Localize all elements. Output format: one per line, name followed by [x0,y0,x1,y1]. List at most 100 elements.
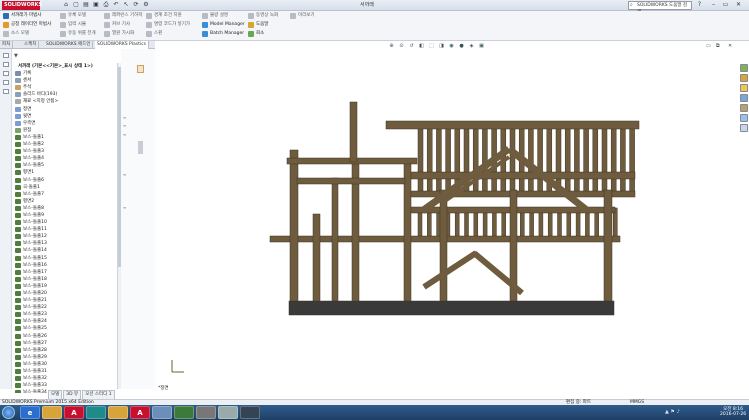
propertymanager-tab-icon[interactable] [3,62,9,67]
tree-item[interactable]: 우측면 [14,120,118,127]
taskbar-app-1[interactable] [42,406,62,419]
ribbon-btn-10[interactable]: 커브 기사 [104,21,130,29]
tree-item[interactable]: 보스-돌출33 [14,382,118,389]
tree-item[interactable]: 보스-돌출15 [14,255,118,262]
tab-plastics[interactable]: SOLIDWORKS Plastics [95,41,149,49]
tree-item[interactable]: 보스-돌출25 [14,325,118,332]
open-icon[interactable]: ▤ [82,1,90,9]
rebuild-icon[interactable]: ⟳ [132,1,140,9]
tree-item[interactable]: 보스-돌출22 [14,304,118,311]
tree-item[interactable]: 재료 <지정 안됨> [14,98,118,105]
ribbon-btn-14[interactable]: 소스 모델 [3,30,29,38]
ribbon-btn-3[interactable]: 레퍼런스 기하학 [104,12,142,20]
tree-item[interactable]: 보스-돌출30 [14,361,118,368]
view-palette-icon[interactable] [740,94,748,102]
design-library-icon[interactable] [740,74,748,82]
tree-item[interactable]: 보스-돌출4 [14,155,118,162]
taskbar-app-2[interactable]: A [64,406,84,419]
start-button[interactable] [2,406,15,419]
tree-item[interactable]: 곡-돌출1 [14,184,118,191]
taskbar-app-8[interactable] [196,406,216,419]
tree-item[interactable]: 보스-돌출21 [14,297,118,304]
ribbon-btn-15[interactable]: 유동 위를 전개 [60,30,96,38]
tree-item[interactable]: 원점 [14,127,118,134]
ribbon-btn-4[interactable]: 경계 조건 지원 [146,12,182,20]
tree-item[interactable]: 보스-돌출24 [14,318,118,325]
file-explorer-icon[interactable] [740,84,748,92]
tree-item[interactable]: 보스-돌출29 [14,354,118,361]
tasks-icon[interactable] [740,124,748,132]
taskbar-app-6[interactable] [152,406,172,419]
select-icon[interactable]: ↖ [122,1,130,9]
taskbar-app-4[interactable] [108,406,128,419]
tree-item[interactable]: 보스-돌출9 [14,212,118,219]
taskbar-app-9[interactable] [218,406,238,419]
tree-item[interactable]: 보스-돌출32 [14,375,118,382]
tree-item[interactable]: 보스-돌출6 [14,177,118,184]
home-icon[interactable]: ⌂ [62,1,70,9]
tree-item[interactable]: 보스-돌출26 [14,333,118,340]
tree-item[interactable]: 보스-돌출12 [14,233,118,240]
tree-item[interactable]: 기록 [14,70,118,77]
tree-item[interactable]: 보스-돌출11 [14,226,118,233]
ribbon-btn-13[interactable]: 도움말 [248,21,268,29]
tree-item[interactable]: 보스-돌출7 [14,191,118,198]
dimxpert-tab-icon[interactable] [3,80,9,85]
tree-item[interactable]: 보스-돌출16 [14,262,118,269]
new-document-icon[interactable]: ▢ [72,1,80,9]
restore-button[interactable]: ▭ [721,1,730,9]
help-icon[interactable]: ? [695,1,704,9]
solidworks-logo[interactable]: SOLIDWORKS [2,1,42,10]
featuremanager-tab-icon[interactable] [3,53,9,58]
tree-item[interactable]: 보스-돌출5 [14,162,118,169]
resources-icon[interactable] [740,64,748,72]
tree-item[interactable]: 보스-돌출20 [14,290,118,297]
ribbon-btn-9[interactable]: 입력 시뮬 [60,21,86,29]
ribbon-btn-5[interactable]: 불량 설명 [202,12,228,20]
display-tab-icon[interactable] [3,89,9,94]
tree-item[interactable]: 보스-돌출17 [14,269,118,276]
tree-item[interactable]: 윗면 [14,113,118,120]
tree-item[interactable]: 보스-돌출13 [14,240,118,247]
ribbon-btn-1[interactable]: 서까래가 마법사 [3,12,41,20]
ribbon-btn-2[interactable]: 유체 모델 [60,12,86,20]
tree-item[interactable]: 보스-돌출27 [14,340,118,347]
minimize-button[interactable]: – [709,1,718,9]
ribbon-btn-7[interactable]: 미리보기 [290,12,315,20]
clock[interactable]: 오전 8:16 2016-07-26 [720,407,746,417]
ribbon-btn-17[interactable]: 스핀 [146,30,162,38]
tree-item[interactable]: 센서 [14,77,118,84]
note-icon[interactable] [137,65,144,73]
ribbon-btn-8[interactable]: 공정 레이더언 마법사 [3,21,51,29]
print-icon[interactable]: ⎙ [102,1,110,9]
tab-sketch[interactable]: 스케치 [22,41,40,49]
collapse-handle[interactable] [138,141,143,154]
undo-icon[interactable]: ↶ [112,1,120,9]
custom-properties-icon[interactable] [740,114,748,122]
help-search-input[interactable]: ⌕ SOLIDWORKS 도움말 검색 [628,1,692,15]
save-icon[interactable]: ▣ [92,1,100,9]
configuration-tab-icon[interactable] [3,71,9,76]
tree-item[interactable]: 솔리드 바디(193) [14,91,118,98]
tree-item[interactable]: 보스-돌출28 [14,347,118,354]
appearances-icon[interactable] [740,104,748,112]
close-button[interactable]: ✕ [734,1,743,9]
system-tray[interactable]: ▲ ⚑ ♪ [665,409,680,415]
ribbon-btn-18[interactable]: Batch Manager [202,30,244,38]
taskbar-app-10[interactable] [240,406,260,419]
tree-item[interactable]: 평면2 [14,198,118,205]
filter-icon[interactable]: ▼ [14,53,18,59]
tree-item[interactable]: 보스-돌출10 [14,219,118,226]
tree-item[interactable]: 보스-돌출23 [14,311,118,318]
tree-item[interactable]: 보스-돌출19 [14,283,118,290]
ribbon-btn-16[interactable]: 열원 가시화 [104,30,134,38]
ribbon-btn-19[interactable]: 회소 [248,30,264,38]
tree-item[interactable]: 정면 [14,106,118,113]
ribbon-btn-6[interactable]: 동영상 녹화 [248,12,278,20]
tree-item[interactable]: 보스-돌출3 [14,148,118,155]
tab-features[interactable]: 피처 [0,41,14,49]
taskbar-app-5[interactable]: A [130,406,150,419]
tree-item[interactable]: 보스-돌출14 [14,247,118,254]
taskbar-app-7[interactable] [174,406,194,419]
tree-item[interactable]: 평면1 [14,169,118,176]
